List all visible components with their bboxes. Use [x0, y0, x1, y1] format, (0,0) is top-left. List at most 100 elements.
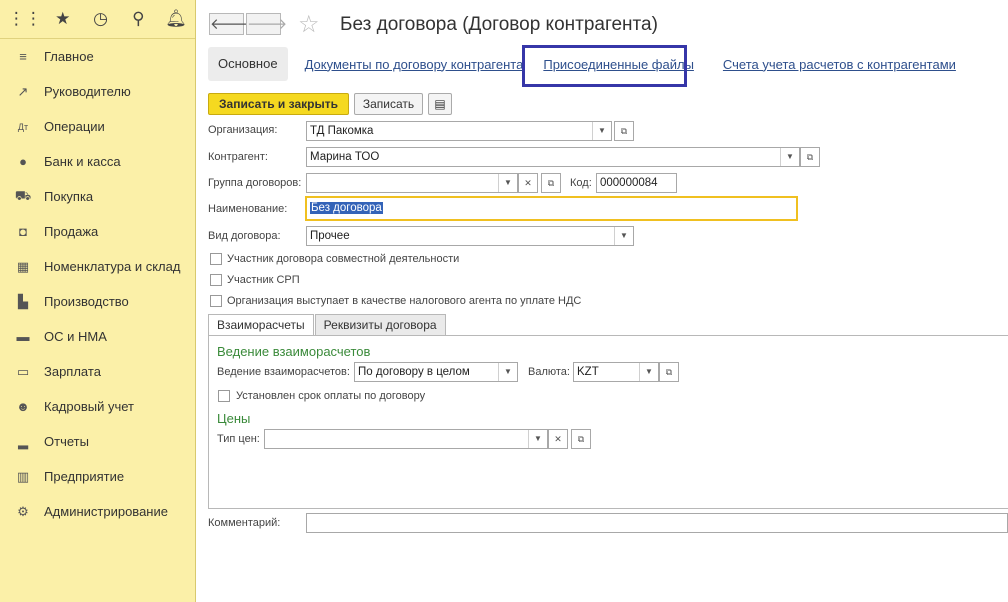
main-content: 🡐 🡒 ☆ Без договора (Договор контрагента)… — [196, 0, 1008, 602]
apps-grid-icon[interactable]: ⋮⋮ — [6, 9, 44, 29]
srp-label: Участник СРП — [227, 274, 300, 286]
trend-icon: ↗ — [17, 83, 29, 99]
tab-link-documents[interactable]: Документы по договору контрагента — [305, 57, 524, 72]
sidebar-item-label: Предприятие — [44, 469, 125, 484]
mode-field[interactable]: По договору в целом ▼ — [354, 362, 518, 382]
group-field[interactable]: ▼ — [306, 173, 518, 193]
sidebar-item-label: Банк и касса — [44, 154, 121, 169]
sidebar-item-label: ОС и НМА — [44, 329, 107, 344]
grid-icon: ▦ — [16, 258, 30, 274]
price-type-field[interactable]: ▼ — [264, 429, 548, 449]
bar-chart-icon: ▂ — [18, 433, 28, 449]
comment-label: Комментарий: — [208, 517, 281, 529]
clear-icon[interactable]: ✕ — [518, 173, 538, 193]
open-icon[interactable]: ⧉ — [541, 173, 561, 193]
sidebar-item-assets[interactable]: ▬ ОС и НМА — [0, 319, 195, 354]
more-actions-button[interactable]: ▤ — [428, 93, 452, 115]
tab-link-accounts[interactable]: Счета учета расчетов с контрагентами — [723, 57, 956, 72]
org-label: Организация: — [208, 124, 278, 136]
sidebar-item-label: Покупка — [44, 189, 94, 204]
open-icon[interactable]: ⧉ — [659, 362, 679, 382]
card-icon: ▭ — [16, 363, 30, 379]
sidebar-item-purchase[interactable]: ⛟ Покупка — [0, 179, 195, 214]
name-field[interactable]: Без договора — [305, 196, 798, 221]
search-icon[interactable]: ⚲ — [119, 9, 157, 29]
people-icon: ☻ — [16, 399, 30, 414]
name-label: Наименование: — [208, 203, 288, 215]
contractor-field[interactable]: Марина ТОО ▼ — [306, 147, 800, 167]
star-icon[interactable]: ★ — [44, 9, 82, 29]
sidebar-item-reports[interactable]: ▂ Отчеты — [0, 424, 195, 459]
building-icon: ▥ — [16, 468, 30, 484]
contractor-label: Контрагент: — [208, 151, 268, 163]
save-and-close-button[interactable]: Записать и закрыть — [208, 93, 349, 115]
truck-icon: ▬ — [16, 329, 30, 344]
open-icon[interactable]: ⧉ — [800, 147, 820, 167]
sidebar-item-label: Главное — [44, 49, 94, 64]
inner-tabs: Взаиморасчеты Реквизиты договора — [208, 314, 447, 336]
save-button[interactable]: Записать — [354, 93, 423, 115]
name-value: Без договора — [310, 202, 383, 214]
list-icon: ▤ — [434, 97, 446, 111]
group-label: Группа договоров: — [208, 177, 302, 189]
chevron-down-icon[interactable]: ▼ — [592, 122, 611, 140]
currency-field[interactable]: KZT ▼ — [573, 362, 659, 382]
tab-main[interactable]: Основное — [208, 47, 288, 81]
due-date-checkbox[interactable] — [218, 390, 230, 402]
sidebar-item-manager[interactable]: ↗ Руководителю — [0, 74, 195, 109]
chevron-down-icon[interactable]: ▼ — [639, 363, 658, 381]
sidebar-item-bank[interactable]: ● Банк и касса — [0, 144, 195, 179]
sidebar-item-label: Номенклатура и склад — [44, 259, 181, 274]
joint-activity-checkbox[interactable] — [210, 253, 222, 265]
chevron-down-icon[interactable]: ▼ — [498, 363, 517, 381]
sidebar: ⋮⋮ ★ ◷ ⚲ 🔔︎ ≡ Главное ↗ Руководителю Дт Опе… — [0, 0, 196, 602]
tab-settlements[interactable]: Взаиморасчеты — [208, 314, 314, 336]
org-field[interactable]: ТД Пакомка ▼ — [306, 121, 612, 141]
contractor-value: Марина ТОО — [310, 151, 380, 163]
sidebar-item-nomenclature[interactable]: ▦ Номенклатура и склад — [0, 249, 195, 284]
sidebar-item-production[interactable]: ▙ Производство — [0, 284, 195, 319]
gear-icon: ⚙ — [17, 503, 29, 519]
arrow-left-icon: 🡐 — [210, 16, 251, 33]
chevron-down-icon[interactable]: ▼ — [614, 227, 633, 245]
open-icon[interactable]: ⧉ — [571, 429, 591, 449]
sidebar-item-operations[interactable]: Дт Операции — [0, 109, 195, 144]
sidebar-item-enterprise[interactable]: ▥ Предприятие — [0, 459, 195, 494]
favorite-star-icon[interactable]: ☆ — [298, 10, 320, 39]
type-field[interactable]: Прочее ▼ — [306, 226, 634, 246]
comment-field[interactable] — [306, 513, 1008, 533]
forward-button[interactable]: 🡒 — [246, 13, 287, 35]
sidebar-item-salary[interactable]: ▭ Зарплата — [0, 354, 195, 389]
back-button[interactable]: 🡐 — [209, 13, 250, 35]
sidebar-toolbar: ⋮⋮ ★ ◷ ⚲ 🔔︎ — [0, 0, 195, 39]
settlements-section-title: Ведение взаиморасчетов — [217, 344, 371, 359]
highlight-frame — [522, 45, 687, 87]
bell-icon[interactable]: 🔔︎ — [157, 9, 195, 29]
sidebar-item-main[interactable]: ≡ Главное — [0, 39, 195, 74]
page-title: Без договора (Договор контрагента) — [340, 14, 658, 35]
sidebar-item-sales[interactable]: ◘ Продажа — [0, 214, 195, 249]
price-type-label: Тип цен: — [217, 433, 260, 445]
sidebar-item-hr[interactable]: ☻ Кадровый учет — [0, 389, 195, 424]
clear-icon[interactable]: ✕ — [548, 429, 568, 449]
srp-checkbox[interactable] — [210, 274, 222, 286]
mode-label: Ведение взаиморасчетов: — [217, 366, 350, 378]
factory-icon: ▙ — [18, 293, 28, 309]
chevron-down-icon[interactable]: ▼ — [528, 430, 547, 448]
coin-icon: ● — [19, 154, 27, 169]
tax-agent-checkbox[interactable] — [210, 295, 222, 307]
type-value: Прочее — [310, 230, 350, 242]
sidebar-item-label: Отчеты — [44, 434, 89, 449]
code-field[interactable]: 000000084 — [596, 173, 677, 193]
sidebar-item-admin[interactable]: ⚙ Администрирование — [0, 494, 195, 529]
history-icon[interactable]: ◷ — [82, 9, 120, 29]
cart-icon: ⛟ — [14, 187, 32, 203]
chevron-down-icon[interactable]: ▼ — [498, 174, 517, 192]
currency-value: KZT — [577, 366, 599, 378]
tab-contract-details[interactable]: Реквизиты договора — [314, 314, 446, 336]
arrow-right-icon: 🡒 — [247, 16, 288, 33]
bag-icon: ◘ — [19, 224, 27, 239]
chevron-down-icon[interactable]: ▼ — [780, 148, 799, 166]
open-icon[interactable]: ⧉ — [614, 121, 634, 141]
due-date-label: Установлен срок оплаты по договору — [236, 390, 426, 402]
